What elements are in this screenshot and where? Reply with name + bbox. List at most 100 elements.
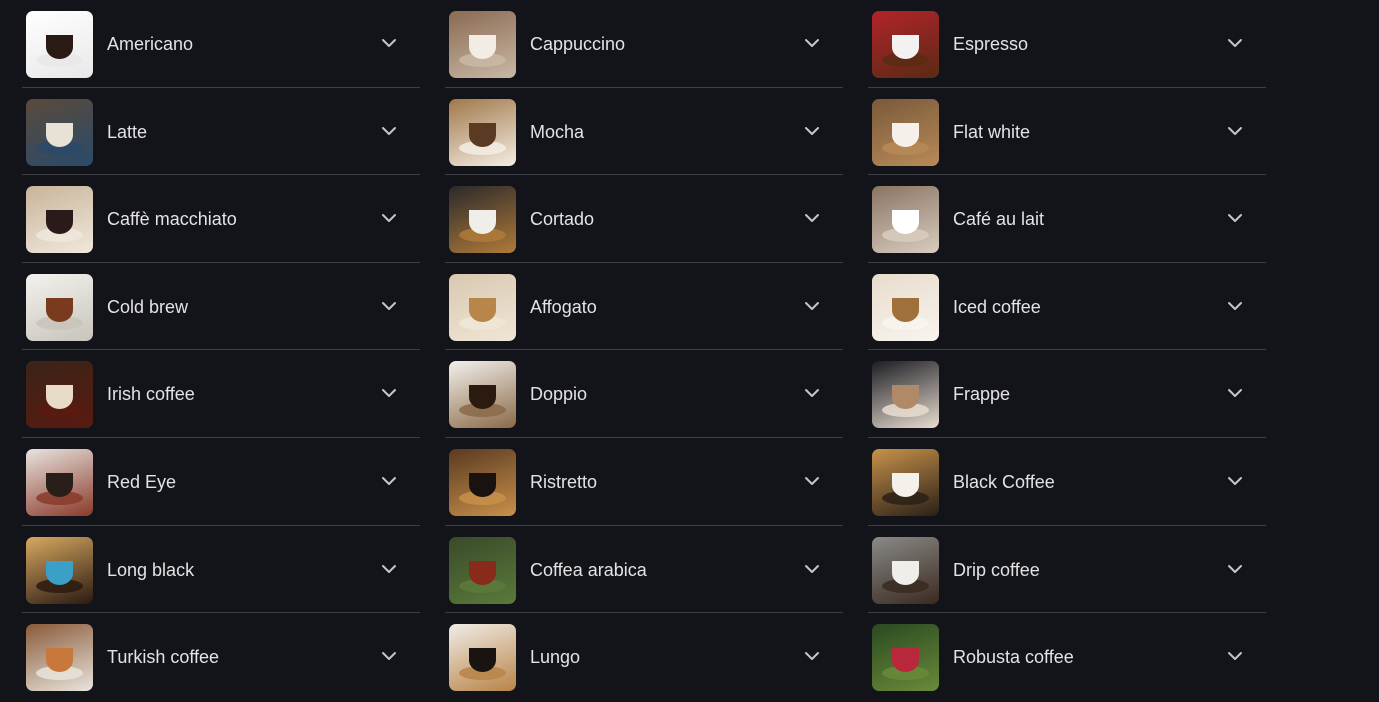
cup-shape xyxy=(46,35,73,59)
list-item[interactable]: Coffea arabica xyxy=(445,526,843,614)
item-thumbnail xyxy=(872,11,939,78)
list-item[interactable]: Cortado xyxy=(445,175,843,263)
cup-shape xyxy=(892,560,919,585)
list-item[interactable]: Cappuccino xyxy=(445,0,843,88)
list-item[interactable]: Red Eye xyxy=(22,438,420,526)
cup-shape xyxy=(469,35,496,59)
chevron-down-icon[interactable] xyxy=(803,299,821,313)
item-thumbnail xyxy=(872,361,939,429)
chevron-down-icon[interactable] xyxy=(803,36,821,50)
chevron-down-icon[interactable] xyxy=(380,386,398,400)
item-thumbnail xyxy=(872,536,939,604)
item-thumbnail xyxy=(872,273,939,341)
item-thumbnail xyxy=(872,624,939,692)
list-item[interactable]: Café au lait xyxy=(868,175,1266,263)
item-thumbnail xyxy=(26,448,93,516)
item-thumbnail xyxy=(26,624,93,692)
list-item[interactable]: Flat white xyxy=(868,88,1266,176)
list-item[interactable]: Irish coffee xyxy=(22,350,420,438)
list-item[interactable]: Drip coffee xyxy=(868,526,1266,614)
list-item[interactable]: Affogato xyxy=(445,263,843,351)
item-thumbnail xyxy=(449,361,516,429)
item-thumbnail xyxy=(26,186,93,254)
item-thumbnail xyxy=(449,11,516,78)
chevron-down-icon[interactable] xyxy=(803,474,821,488)
chevron-down-icon[interactable] xyxy=(1226,124,1244,138)
item-thumbnail xyxy=(449,98,516,166)
chevron-down-icon[interactable] xyxy=(380,474,398,488)
chevron-down-icon[interactable] xyxy=(803,649,821,663)
item-label: Lungo xyxy=(530,647,581,668)
cup-shape xyxy=(892,472,919,497)
chevron-down-icon[interactable] xyxy=(803,124,821,138)
list-item[interactable]: Americano xyxy=(22,0,420,88)
chevron-down-icon[interactable] xyxy=(380,562,398,576)
cup-shape xyxy=(46,648,73,673)
cup-shape xyxy=(46,297,73,322)
item-label: Flat white xyxy=(953,121,1031,142)
item-thumbnail xyxy=(449,448,516,516)
chevron-down-icon[interactable] xyxy=(380,649,398,663)
cup-shape xyxy=(46,472,73,497)
chevron-down-icon[interactable] xyxy=(380,36,398,50)
item-label: Cortado xyxy=(530,209,595,230)
list-item[interactable]: Espresso xyxy=(868,0,1266,88)
chevron-down-icon[interactable] xyxy=(803,386,821,400)
chevron-down-icon[interactable] xyxy=(803,211,821,225)
cup-shape xyxy=(892,297,919,322)
item-label: Espresso xyxy=(953,34,1029,54)
chevron-down-icon[interactable] xyxy=(1226,474,1244,488)
item-label: Irish coffee xyxy=(107,384,195,405)
item-label: Latte xyxy=(107,121,148,142)
list-item[interactable]: Long black xyxy=(22,526,420,614)
item-label: Cappuccino xyxy=(530,34,626,54)
item-label: Iced coffee xyxy=(953,296,1041,317)
item-thumbnail xyxy=(26,98,93,166)
list-item[interactable]: Ristretto xyxy=(445,438,843,526)
list-item[interactable]: Frappe xyxy=(868,350,1266,438)
item-thumbnail xyxy=(872,186,939,254)
item-thumbnail xyxy=(449,536,516,604)
cup-shape xyxy=(892,648,919,673)
list-item[interactable]: Caffè macchiato xyxy=(22,175,420,263)
chevron-down-icon[interactable] xyxy=(803,562,821,576)
chevron-down-icon[interactable] xyxy=(1226,386,1244,400)
list-item[interactable]: Black Coffee xyxy=(868,438,1266,526)
list-item[interactable]: Latte xyxy=(22,88,420,176)
cup-shape xyxy=(892,122,919,147)
item-thumbnail xyxy=(872,448,939,516)
list-item[interactable]: Robusta coffee xyxy=(868,613,1266,701)
item-thumbnail xyxy=(26,273,93,341)
cup-shape xyxy=(469,297,496,322)
list-item[interactable]: Doppio xyxy=(445,350,843,438)
item-label: Caffè macchiato xyxy=(107,209,237,230)
item-label: Coffea arabica xyxy=(530,559,647,580)
list-item[interactable]: Iced coffee xyxy=(868,263,1266,351)
item-label: Ristretto xyxy=(530,471,598,492)
cup-shape xyxy=(46,560,73,585)
list-item[interactable]: Turkish coffee xyxy=(22,613,420,701)
chevron-down-icon[interactable] xyxy=(380,211,398,225)
chevron-down-icon[interactable] xyxy=(1226,211,1244,225)
cup-shape xyxy=(892,210,919,235)
item-thumbnail xyxy=(26,536,93,604)
cup-shape xyxy=(892,35,919,59)
chevron-down-icon[interactable] xyxy=(1226,299,1244,313)
list-item[interactable]: Lungo xyxy=(445,613,843,701)
chevron-down-icon[interactable] xyxy=(380,124,398,138)
item-label: Americano xyxy=(107,34,194,54)
chevron-down-icon[interactable] xyxy=(1226,562,1244,576)
chevron-down-icon[interactable] xyxy=(380,299,398,313)
list-item[interactable]: Mocha xyxy=(445,88,843,176)
cup-shape xyxy=(46,122,73,147)
item-label: Frappe xyxy=(953,384,1011,405)
item-label: Red Eye xyxy=(107,471,177,492)
item-label: Turkish coffee xyxy=(107,647,220,668)
item-thumbnail xyxy=(449,273,516,341)
coffee-types-grid: Americano Cappuccino Espresso Latte Mocha Fla… xyxy=(22,0,1266,701)
chevron-down-icon[interactable] xyxy=(1226,36,1244,50)
item-thumbnail xyxy=(26,11,93,78)
list-item[interactable]: Cold brew xyxy=(22,263,420,351)
cup-shape xyxy=(46,210,73,235)
chevron-down-icon[interactable] xyxy=(1226,649,1244,663)
